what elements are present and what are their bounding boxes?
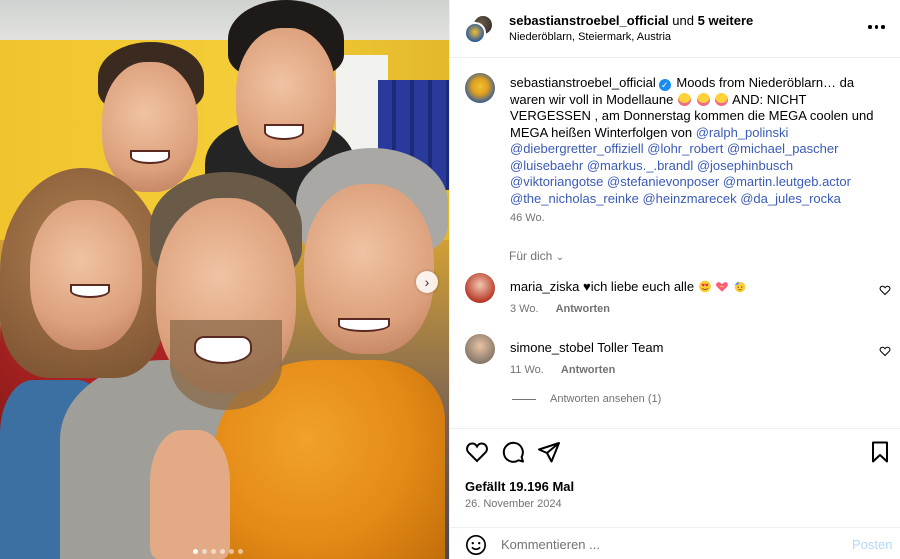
carousel-dot xyxy=(193,549,198,554)
carousel-dot xyxy=(202,549,207,554)
more-horizontal-icon[interactable] xyxy=(868,18,890,36)
laughing-emoji-icon xyxy=(715,92,729,106)
laughing-emoji-icon xyxy=(677,92,691,106)
comment-bubble-icon[interactable] xyxy=(501,440,525,464)
mention-link[interactable]: @stefanievonposer xyxy=(607,174,719,189)
comment-time: 11 Wo. xyxy=(510,364,544,376)
smile-top-left xyxy=(130,150,170,164)
avatar[interactable] xyxy=(465,334,495,364)
smile-top-right xyxy=(264,124,304,140)
comment-username-link[interactable]: simone_stobel xyxy=(510,340,594,355)
mention-link[interactable]: @michael_pascher xyxy=(727,141,838,156)
beard-center xyxy=(170,320,282,410)
comment-input[interactable] xyxy=(501,533,831,555)
header-username-link[interactable]: sebastianstroebel_official xyxy=(509,13,669,28)
post-photo[interactable]: › xyxy=(0,0,449,559)
face-top-right xyxy=(236,28,336,168)
header-usernames: sebastianstroebel_official und 5 weitere xyxy=(509,13,753,28)
collab-avatars[interactable] xyxy=(464,14,494,44)
smile-grey-right xyxy=(338,318,390,332)
comment-meta: 11 Wo. Antworten xyxy=(510,364,615,376)
avatar xyxy=(464,22,486,44)
mention-link[interactable]: @the_nicholas_reinke xyxy=(510,191,639,206)
show-replies-button[interactable]: Antworten ansehen (1) xyxy=(512,393,661,405)
heart-ribbon-emoji-icon xyxy=(716,282,729,292)
for-you-label: Für dich xyxy=(509,249,553,263)
header-collab-others-link[interactable]: 5 weitere xyxy=(698,13,754,28)
replies-divider-line xyxy=(512,398,536,400)
hand-peace-sign xyxy=(150,430,230,559)
post-header: sebastianstroebel_official und 5 weitere… xyxy=(450,0,900,58)
location-link[interactable]: Niederöblarn, Steiermark, Austria xyxy=(509,31,671,43)
post-panel: sebastianstroebel_official und 5 weitere… xyxy=(449,0,900,559)
face-left-woman xyxy=(30,200,142,350)
post-date: 26. November 2024 xyxy=(465,498,562,510)
mention-link[interactable]: @viktoriangotse xyxy=(510,174,603,189)
party-face-emoji-icon xyxy=(734,281,746,293)
black-heart-icon: ♥ xyxy=(582,279,591,294)
avatar[interactable] xyxy=(465,73,495,103)
mention-link[interactable]: @diebergretter_offiziell xyxy=(510,141,644,156)
verified-badge-icon: ✓ xyxy=(658,79,671,91)
smile-left-woman xyxy=(70,284,110,298)
post-comment-button[interactable]: Posten xyxy=(852,537,892,552)
comments-scroll[interactable]: sebastianstroebel_official ✓ Moods from N… xyxy=(450,59,900,429)
show-replies-label: Antworten ansehen (1) xyxy=(550,393,662,405)
reply-button[interactable]: Antworten xyxy=(561,364,615,376)
carousel-dot xyxy=(229,549,234,554)
comment-body: maria_ziska ♥ich liebe euch alle xyxy=(510,279,747,294)
mention-link[interactable]: @martin.leutgeb.actor xyxy=(723,174,851,189)
comment-item: simone_stobel Toller Team 11 Wo. Antwort… xyxy=(450,334,900,394)
mention-link[interactable]: @markus._.brandl xyxy=(587,158,693,173)
carousel-dot xyxy=(211,549,216,554)
chevron-right-icon: › xyxy=(424,274,430,290)
likes-count[interactable]: Gefällt 19.196 Mal xyxy=(465,479,574,494)
carousel-dot xyxy=(220,549,225,554)
comment-body: simone_stobel Toller Team xyxy=(510,340,663,355)
mention-link[interactable]: @josephinbusch xyxy=(697,158,793,173)
like-comment-heart-icon[interactable] xyxy=(879,284,891,296)
chevron-down-icon: ⌄ xyxy=(555,252,565,263)
comment-time: 3 Wo. xyxy=(510,303,539,315)
caption-time: 46 Wo. xyxy=(510,212,545,224)
mention-link[interactable]: @lohr_robert xyxy=(647,141,723,156)
carousel-dots xyxy=(193,549,243,554)
comment-composer: Posten xyxy=(450,527,900,559)
reply-button[interactable]: Antworten xyxy=(556,303,610,315)
avatar[interactable] xyxy=(465,273,495,303)
caption-username-link[interactable]: sebastianstroebel_official xyxy=(510,75,656,90)
face-top-left xyxy=(102,62,198,192)
smile-center xyxy=(194,336,252,364)
comment-text: Toller Team xyxy=(597,340,664,355)
carousel-dot xyxy=(238,549,243,554)
mention-link[interactable]: @luisebaehr xyxy=(510,158,583,173)
share-send-icon[interactable] xyxy=(537,440,561,464)
bookmark-save-icon[interactable] xyxy=(868,440,892,464)
mention-link[interactable]: @heinzmarecek xyxy=(642,191,736,206)
heart-eyes-emoji-icon xyxy=(698,280,711,293)
like-heart-icon[interactable] xyxy=(465,440,489,464)
like-comment-heart-icon[interactable] xyxy=(879,345,891,357)
emoji-picker-icon[interactable] xyxy=(465,534,487,556)
laughing-emoji-icon xyxy=(696,92,710,106)
comment-text: ich liebe euch alle xyxy=(590,279,695,294)
mention-link[interactable]: @ralph_polinski xyxy=(696,125,789,140)
carousel-next-button[interactable]: › xyxy=(416,271,438,293)
header-collab-joiner: und xyxy=(672,13,694,28)
comment-meta: 3 Wo. Antworten xyxy=(510,303,610,315)
comment-username-link[interactable]: maria_ziska xyxy=(510,279,579,294)
comment-item: maria_ziska ♥ich liebe euch alle 3 Wo. A… xyxy=(450,273,900,333)
post-caption: sebastianstroebel_official ✓ Moods from N… xyxy=(510,75,885,207)
for-you-dropdown[interactable]: Für dich ⌄ xyxy=(509,249,564,263)
post-actions: Gefällt 19.196 Mal 26. November 2024 Pos… xyxy=(450,428,900,558)
mention-link[interactable]: @da_jules_rocka xyxy=(740,191,841,206)
